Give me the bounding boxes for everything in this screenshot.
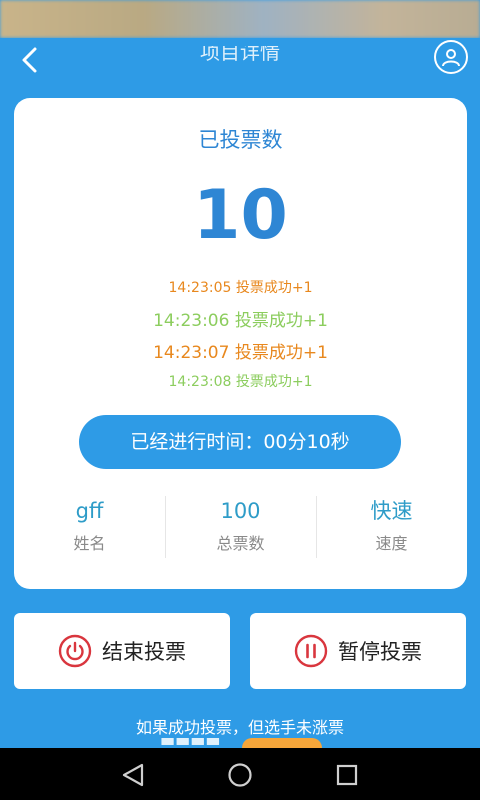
pause-icon [294, 634, 328, 668]
page-title: 项目详情 [140, 46, 340, 76]
nav-recents-icon[interactable] [332, 760, 362, 790]
status-bar [0, 0, 480, 38]
system-nav-bar [0, 748, 480, 800]
vote-count-title: 已投票数 [198, 128, 283, 152]
pause-vote-label: 暂停投票 [338, 640, 422, 664]
vote-count-value: 10 [193, 176, 288, 255]
page-title-text: 项目详情 [200, 46, 280, 64]
app-header: 项目详情 [0, 38, 480, 82]
hint-text: 如果成功投票，但选手未涨票 [135, 718, 344, 737]
hint-text-cutoff: ■■■■ [150, 738, 330, 748]
stat-speed: 快速 速度 [316, 496, 467, 554]
vote-log-line: 14:23:06 投票成功+1 [153, 311, 328, 331]
vote-log-line: 14:23:07 投票成功+1 [153, 343, 328, 363]
stat-speed-value: 快速 [370, 499, 413, 523]
chevron-left-icon [22, 47, 37, 73]
stat-name: gff 姓名 [14, 496, 165, 554]
stat-name-label: 姓名 [73, 534, 106, 553]
vote-log-line: 14:23:05 投票成功+1 [168, 280, 313, 296]
user-button[interactable] [434, 40, 468, 74]
power-icon [58, 634, 92, 668]
end-vote-label: 结束投票 [102, 640, 186, 664]
stat-total-votes: 100 总票数 [165, 496, 316, 554]
stat-total-votes-value: 100 [220, 499, 261, 523]
user-icon [442, 49, 460, 67]
end-vote-button[interactable]: 结束投票 [14, 613, 230, 689]
back-button[interactable] [12, 42, 48, 78]
vote-status-card: 已投票数 10 14:23:05 投票成功+1 14:23:06 投票成功+1 … [14, 98, 467, 589]
hint-badge[interactable] [242, 738, 322, 748]
stat-speed-label: 速度 [375, 534, 408, 553]
pause-vote-button[interactable]: 暂停投票 [250, 613, 466, 689]
nav-back-icon[interactable] [118, 760, 148, 790]
elapsed-time-badge: 已经进行时间：00分10秒 [79, 415, 401, 469]
stat-total-votes-label: 总票数 [216, 534, 265, 553]
stat-name-value: gff [75, 499, 104, 523]
vote-log-line: 14:23:08 投票成功+1 [168, 374, 313, 390]
nav-home-icon[interactable] [225, 760, 255, 790]
hint-text-cutoff-glyphs: ■■■■ [160, 738, 220, 747]
